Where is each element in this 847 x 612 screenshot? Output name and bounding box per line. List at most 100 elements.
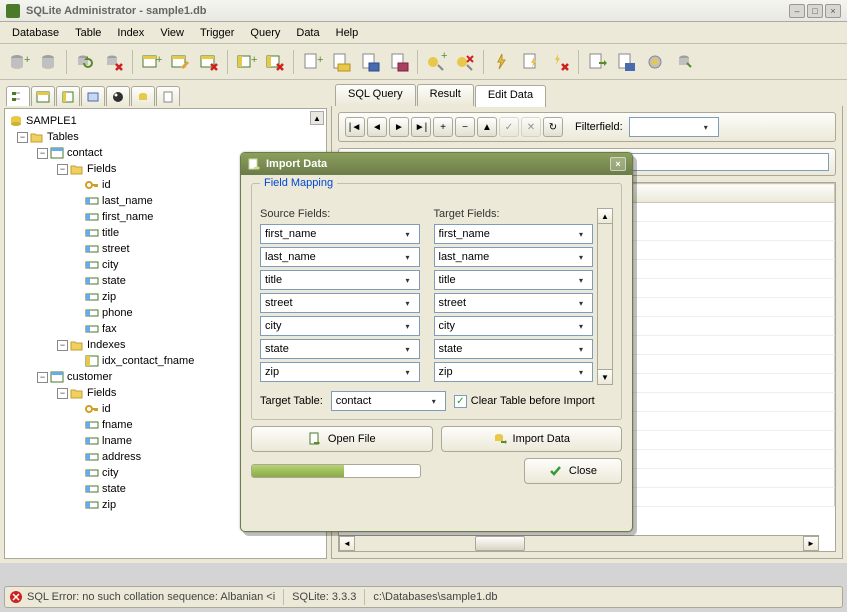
sql-new-button[interactable]: + — [299, 49, 325, 75]
collapse-icon[interactable]: − — [57, 164, 68, 175]
tool-cancel-button[interactable] — [547, 49, 573, 75]
table-drop-button[interactable] — [196, 49, 222, 75]
target-table-combo[interactable]: contact▾ — [331, 391, 446, 411]
source-field-combo[interactable]: zip▾ — [260, 362, 420, 382]
chevron-down-icon: ▾ — [401, 345, 415, 354]
scroll-up-icon[interactable]: ▲ — [598, 209, 612, 224]
target-field-combo[interactable]: zip▾ — [434, 362, 594, 382]
db-open-button[interactable] — [35, 49, 61, 75]
tree-scroll-up[interactable]: ▲ — [310, 111, 324, 125]
tab-edit-data[interactable]: Edit Data — [475, 85, 546, 107]
import-data-button[interactable]: Import Data — [441, 426, 623, 452]
target-field-combo[interactable]: first_name▾ — [434, 224, 594, 244]
nav-cancel-button[interactable]: ✕ — [521, 117, 541, 137]
clear-table-checkbox[interactable]: ✓ — [454, 395, 467, 408]
dialog-title: Import Data — [266, 158, 327, 170]
close-window-button[interactable]: × — [825, 4, 841, 18]
grid-hscrollbar[interactable]: ◄ ► — [339, 535, 819, 551]
nav-last-button[interactable]: ►| — [411, 117, 431, 137]
tab-sql-query[interactable]: SQL Query — [335, 84, 416, 106]
source-field-combo[interactable]: state▾ — [260, 339, 420, 359]
collapse-icon[interactable]: − — [57, 340, 68, 351]
db-new-button[interactable]: + — [6, 49, 32, 75]
view-tab-table[interactable] — [31, 86, 55, 106]
view-tab-index[interactable] — [56, 86, 80, 106]
index-new-button[interactable]: + — [233, 49, 259, 75]
scroll-down-icon[interactable]: ▼ — [598, 369, 612, 384]
nav-prev-button[interactable]: ◄ — [367, 117, 387, 137]
query-stop-button[interactable] — [452, 49, 478, 75]
tab-result[interactable]: Result — [417, 84, 474, 106]
scroll-thumb[interactable] — [475, 536, 525, 551]
source-field-combo[interactable]: first_name▾ — [260, 224, 420, 244]
tree-node-db[interactable]: SAMPLE1 — [7, 113, 324, 129]
menu-table[interactable]: Table — [67, 24, 109, 42]
tool-extra2-button[interactable] — [671, 49, 697, 75]
close-button[interactable]: Close — [524, 458, 622, 484]
query-run-button[interactable]: + — [423, 49, 449, 75]
filterfield-label: Filterfield: — [575, 121, 623, 133]
scroll-right-icon[interactable]: ► — [803, 536, 819, 551]
tool-extra1-button[interactable] — [642, 49, 668, 75]
collapse-icon[interactable]: − — [17, 132, 28, 143]
field-icon — [85, 274, 99, 288]
collapse-icon[interactable]: − — [37, 372, 48, 383]
filterfield-combo[interactable]: ▾ — [629, 117, 719, 137]
index-icon — [85, 354, 99, 368]
menu-view[interactable]: View — [152, 24, 192, 42]
menu-database[interactable]: Database — [4, 24, 67, 42]
table-edit-button[interactable] — [167, 49, 193, 75]
tool-execute-button[interactable] — [518, 49, 544, 75]
db-delete-button[interactable] — [101, 49, 127, 75]
menu-trigger[interactable]: Trigger — [192, 24, 242, 42]
menu-query[interactable]: Query — [242, 24, 288, 42]
source-field-combo[interactable]: street▾ — [260, 293, 420, 313]
target-field-combo[interactable]: title▾ — [434, 270, 594, 290]
nav-add-button[interactable]: + — [433, 117, 453, 137]
source-field-combo[interactable]: title▾ — [260, 270, 420, 290]
mapping-scrollbar[interactable]: ▲ ▼ — [597, 208, 613, 385]
source-field-combo[interactable]: last_name▾ — [260, 247, 420, 267]
target-field-combo[interactable]: street▾ — [434, 293, 594, 313]
sql-save-button[interactable] — [357, 49, 383, 75]
view-tab-view[interactable] — [81, 86, 105, 106]
nav-post-button[interactable]: ✓ — [499, 117, 519, 137]
view-tab-trigger[interactable] — [106, 86, 130, 106]
menu-data[interactable]: Data — [288, 24, 327, 42]
collapse-icon[interactable]: − — [37, 148, 48, 159]
source-field-combo[interactable]: city▾ — [260, 316, 420, 336]
maximize-button[interactable]: □ — [807, 4, 823, 18]
sql-saveas-button[interactable] — [386, 49, 412, 75]
folder-open-icon — [70, 338, 84, 352]
clear-table-label: Clear Table before Import — [471, 395, 595, 407]
menu-index[interactable]: Index — [109, 24, 152, 42]
tool-lightning-button[interactable] — [489, 49, 515, 75]
dialog-close-button[interactable]: × — [610, 157, 626, 171]
view-tab-6[interactable] — [131, 86, 155, 106]
db-refresh-button[interactable] — [72, 49, 98, 75]
view-tab-tree[interactable] — [6, 86, 30, 106]
nav-edit-button[interactable]: ▲ — [477, 117, 497, 137]
key-icon — [85, 178, 99, 192]
menu-help[interactable]: Help — [328, 24, 367, 42]
target-field-combo[interactable]: state▾ — [434, 339, 594, 359]
index-drop-button[interactable] — [262, 49, 288, 75]
target-field-combo[interactable]: city▾ — [434, 316, 594, 336]
window-title: SQLite Administrator - sample1.db — [26, 5, 787, 17]
nav-next-button[interactable]: ► — [389, 117, 409, 137]
tree-node-tables[interactable]: −Tables — [7, 129, 324, 145]
scroll-left-icon[interactable]: ◄ — [339, 536, 355, 551]
nav-first-button[interactable]: |◄ — [345, 117, 365, 137]
import-button[interactable] — [584, 49, 610, 75]
sql-open-button[interactable] — [328, 49, 354, 75]
nav-refresh-button[interactable]: ↻ — [543, 117, 563, 137]
view-tab-7[interactable] — [156, 86, 180, 106]
open-file-button[interactable]: Open File — [251, 426, 433, 452]
dialog-titlebar[interactable]: Import Data × — [241, 153, 632, 175]
minimize-button[interactable]: – — [789, 4, 805, 18]
table-new-button[interactable]: + — [138, 49, 164, 75]
collapse-icon[interactable]: − — [57, 388, 68, 399]
target-field-combo[interactable]: last_name▾ — [434, 247, 594, 267]
nav-delete-button[interactable]: − — [455, 117, 475, 137]
export-button[interactable] — [613, 49, 639, 75]
